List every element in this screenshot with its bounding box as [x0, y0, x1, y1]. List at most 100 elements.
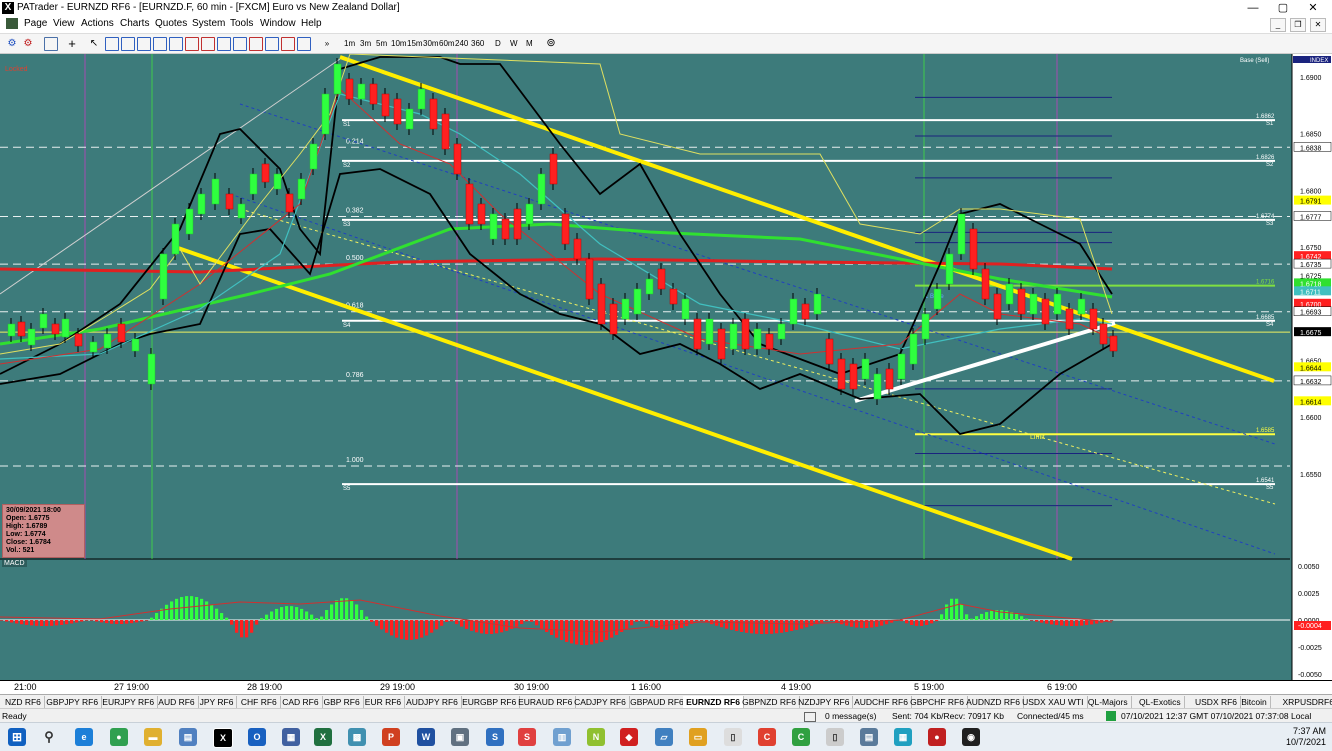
timeframe-240[interactable]: 240	[455, 36, 468, 51]
symbol-tab-2[interactable]: EURJPY RF6	[99, 696, 158, 708]
symbol-tab-13[interactable]: GBPAUD RF6	[627, 696, 688, 708]
symbol-tab-3[interactable]: AUD RF6	[155, 696, 198, 708]
timeframe-1m[interactable]: 1m	[344, 36, 355, 51]
app-icon-14[interactable]: C	[792, 728, 810, 746]
menu-window[interactable]: Window	[260, 18, 296, 29]
delete-tool-icon[interactable]	[297, 37, 311, 51]
app-icon-17[interactable]: ▦	[894, 728, 912, 746]
arrow-tool-icon[interactable]	[281, 37, 295, 51]
timeframe-15m[interactable]: 15m	[407, 36, 423, 51]
symbol-tab-22[interactable]: QL-Exotics	[1136, 696, 1185, 708]
mail-icon[interactable]	[804, 712, 816, 722]
app-icon-10[interactable]: ▱	[655, 728, 673, 746]
word-icon[interactable]: W	[417, 728, 435, 746]
taskbar-clock[interactable]: 7:37 AM 10/7/2021	[1286, 726, 1326, 748]
menu-view[interactable]: View	[53, 18, 75, 29]
start-icon[interactable]: ⊞	[8, 728, 26, 746]
symbol-tab-14[interactable]: EURNZD RF6	[683, 696, 744, 708]
mdi-close-button[interactable]: ✕	[1310, 18, 1326, 32]
tool-icon-2[interactable]: ⚙	[22, 36, 34, 51]
mdi-restore-button[interactable]: ❐	[1290, 18, 1306, 32]
maximize-button[interactable]: ▢	[1266, 0, 1300, 16]
app-icon-9[interactable]: ◆	[620, 728, 638, 746]
app-icon-13[interactable]: C	[758, 728, 776, 746]
app-icon-19[interactable]: ◉	[962, 728, 980, 746]
timeframe-W[interactable]: W	[510, 36, 518, 51]
app-icon-16[interactable]: ▤	[860, 728, 878, 746]
cycle-tool-icon[interactable]	[233, 37, 247, 51]
symbol-tab-23[interactable]: USDX RF6	[1192, 696, 1241, 708]
trend-tool-icon[interactable]	[137, 37, 151, 51]
symbol-tab-4[interactable]: JPY RF6	[197, 696, 238, 708]
search-icon[interactable]: ⚲	[40, 728, 58, 746]
menu-system[interactable]: System	[192, 18, 225, 29]
symbol-tab-25[interactable]: XRPUSDRF6	[1280, 696, 1332, 708]
fib-tool-icon[interactable]	[185, 37, 199, 51]
symbol-tab-15[interactable]: GBPNZD RF6	[739, 696, 800, 708]
chrome-icon[interactable]: ●	[110, 728, 128, 746]
price-chart[interactable]: INDEXBase (Sell)0.2140.3820.5000.6180.78…	[0, 54, 1332, 680]
timeframe-D[interactable]: D	[495, 36, 501, 51]
timeframe-30m[interactable]: 30m	[423, 36, 439, 51]
edge-icon[interactable]: e	[75, 728, 93, 746]
symbol-tab-0[interactable]: NZD RF6	[2, 696, 45, 708]
symbol-tab-10[interactable]: EURGBP RF6	[459, 696, 520, 708]
app-icon-6[interactable]: S	[518, 728, 536, 746]
symbol-tab-8[interactable]: EUR RF6	[362, 696, 405, 708]
mdi-minimize-button[interactable]: _	[1270, 18, 1286, 32]
symbol-tab-1[interactable]: GBPJPY RF6	[43, 696, 102, 708]
close-button[interactable]: ✕	[1296, 0, 1330, 16]
crosshair-icon[interactable]: +	[64, 36, 80, 51]
app-icon-7[interactable]: ▥	[553, 728, 571, 746]
menu-page[interactable]: Page	[24, 18, 47, 29]
menu-help[interactable]: Help	[301, 18, 322, 29]
hline-tool-icon[interactable]	[121, 37, 135, 51]
chart-icon[interactable]	[44, 37, 58, 51]
app-icon-12[interactable]: ▯	[724, 728, 742, 746]
symbol-tab-6[interactable]: CAD RF6	[279, 696, 322, 708]
symbol-tab-7[interactable]: GBP RF6	[321, 696, 364, 708]
app-icon-11[interactable]: ▭	[689, 728, 707, 746]
timeframe-M[interactable]: M	[526, 36, 533, 51]
sync-icon[interactable]: ⊚	[545, 36, 557, 51]
status-messages[interactable]: 0 message(s)	[825, 711, 877, 721]
menu-actions[interactable]: Actions	[81, 18, 114, 29]
fib-ext-tool-icon[interactable]	[201, 37, 215, 51]
folder-icon[interactable]: ▬	[144, 728, 162, 746]
excel-icon[interactable]: X	[314, 728, 332, 746]
app-icon-1[interactable]: ▤	[179, 728, 197, 746]
symbol-tab-12[interactable]: CADJPY RF6	[571, 696, 630, 708]
timeframe-60m[interactable]: 60m	[439, 36, 455, 51]
symbol-tab-9[interactable]: AUDJPY RF6	[403, 696, 462, 708]
symbol-tab-5[interactable]: CHF RF6	[238, 696, 281, 708]
outlook-icon[interactable]: O	[248, 728, 266, 746]
line-tool-icon[interactable]	[105, 37, 119, 51]
symbol-tab-16[interactable]: NZDJPY RF6	[795, 696, 853, 708]
timeframe-3m[interactable]: 3m	[360, 36, 371, 51]
patrader-icon[interactable]: X	[213, 728, 233, 748]
app-icon-15[interactable]: ▯	[826, 728, 844, 746]
symbol-tab-18[interactable]: GBPCHF RF6	[907, 696, 968, 708]
app-icon-3[interactable]: ▩	[348, 728, 366, 746]
pointer-icon[interactable]: ↖	[89, 36, 99, 51]
minimize-button[interactable]: —	[1236, 0, 1270, 16]
fan-tool-icon[interactable]	[169, 37, 183, 51]
symbol-tab-20[interactable]: USDX XAU WTI	[1019, 696, 1087, 708]
app-icon-4[interactable]: ▣	[451, 728, 469, 746]
timeframe-360[interactable]: 360	[471, 36, 484, 51]
symbol-tab-19[interactable]: AUDNZD RF6	[963, 696, 1024, 708]
app-icon-2[interactable]: ▦	[282, 728, 300, 746]
chart-menu-icon[interactable]	[6, 18, 18, 29]
timeframe-5m[interactable]: 5m	[376, 36, 387, 51]
app-icon-18[interactable]: ●	[928, 728, 946, 746]
symbol-tab-21[interactable]: QL-Majors	[1085, 696, 1132, 708]
app-icon-5[interactable]: S	[486, 728, 504, 746]
menu-tools[interactable]: Tools	[230, 18, 253, 29]
channel-tool-icon[interactable]	[153, 37, 167, 51]
overflow-chevron-icon[interactable]: »	[322, 36, 332, 51]
symbol-tab-17[interactable]: AUDCHF RF6	[851, 696, 912, 708]
menu-quotes[interactable]: Quotes	[155, 18, 187, 29]
menu-charts[interactable]: Charts	[120, 18, 149, 29]
grid-tool-icon[interactable]	[217, 37, 231, 51]
timeframe-10m[interactable]: 10m	[391, 36, 407, 51]
